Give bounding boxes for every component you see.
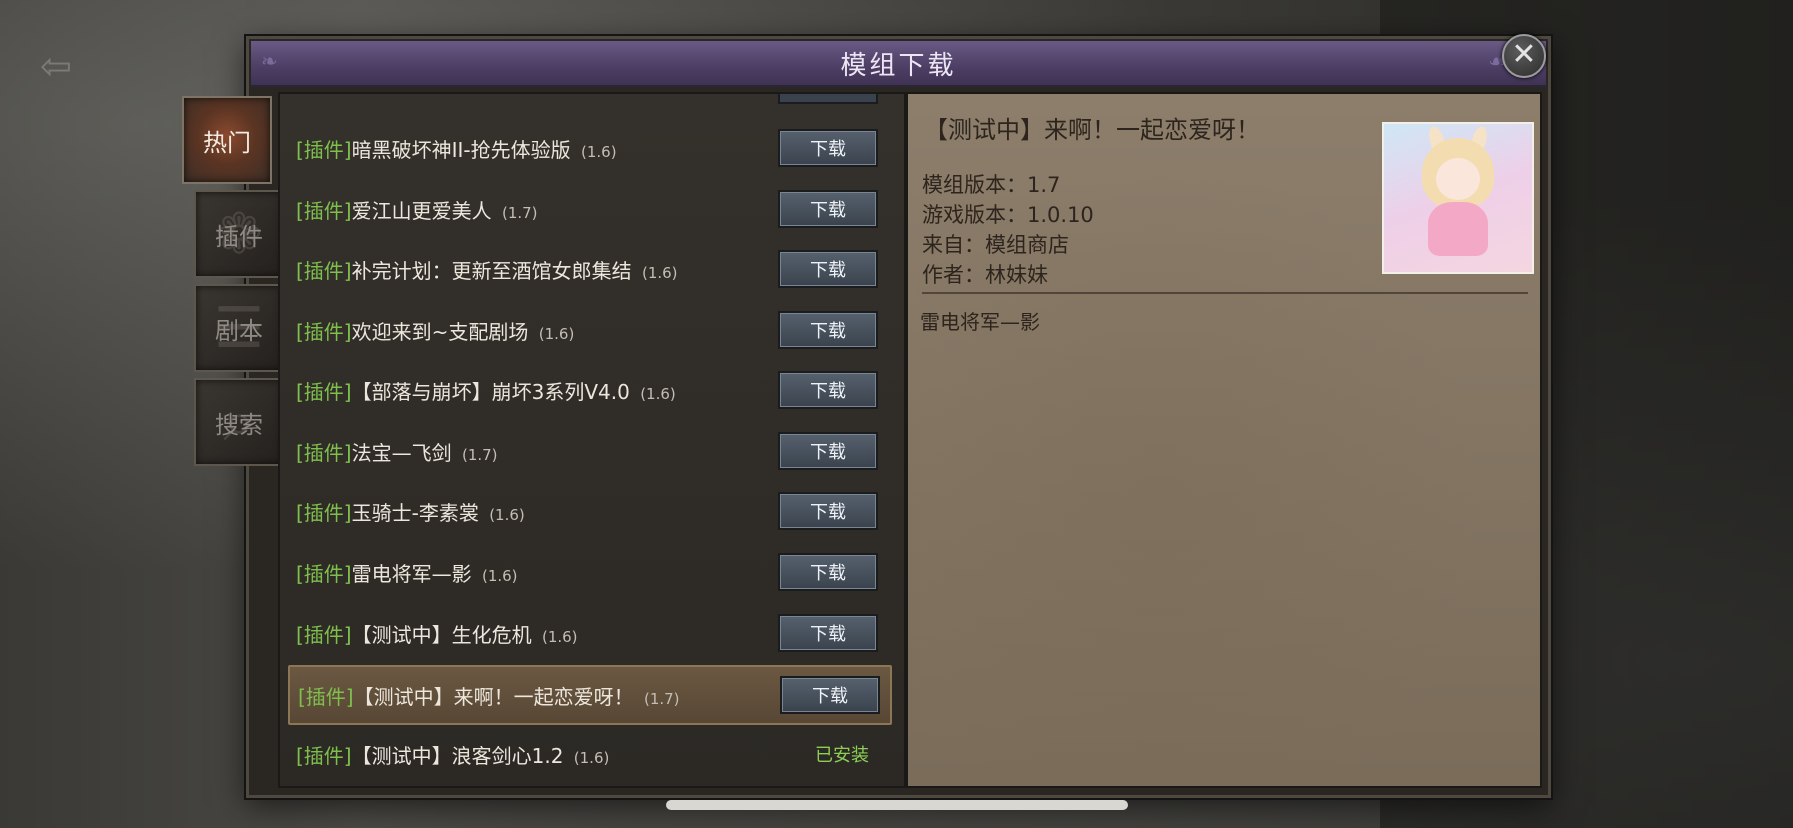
list-item[interactable]: [插件]欢迎来到~支配剧场 (1.6) 下载 [280,302,896,358]
item-version: (1.6) [489,505,525,524]
item-name: 补完计划：更新至酒馆女郎集结 [351,258,632,283]
item-tag: [插件] [296,379,352,404]
item-version: (1.6) [573,748,610,767]
item-name: 玉骑士-李素裳 [351,500,479,525]
list-item[interactable]: [插件]【测试中】生化危机 (1.6) 下载 [280,605,896,661]
list-item[interactable]: [插件]暗黑破坏神II-抢先体验版 (1.6) 下载 [280,120,896,176]
item-version: (1.6) [481,566,518,585]
download-button[interactable]: 下载 [778,492,878,530]
item-name: 【测试中】来啊！一起恋爱呀！ [353,684,634,709]
item-version: (1.6) [541,627,578,646]
title-bar: ❧ 模组下载 ☙ [251,41,1546,87]
mod-author: 作者：林妹妹 [922,263,1048,287]
dialog-title: 模组下载 [840,50,957,81]
download-button[interactable]: 下载 [778,311,878,349]
download-button[interactable]: 下载 [780,676,880,714]
list-item[interactable]: [插件]玉骑士-李素裳 (1.6) 下载 [280,483,896,539]
mod-list[interactable]: [插件]暗黑破坏神II-抢先体验版 (1.6) 下载 [插件]爱江山更爱美人 (… [278,92,906,788]
rose-icon: ❁ [215,201,263,267]
tab-scripts[interactable]: ☰ 剧本 [194,284,284,372]
download-button[interactable]: 下载 [778,250,878,288]
item-tag: [插件] [296,258,352,283]
download-button[interactable]: 下载 [778,432,878,470]
list-item[interactable]: [插件]【部落与崩坏】崩坏3系列V4.0 (1.6) 下载 [280,362,896,418]
mod-detail-panel: 【测试中】来啊！一起恋爱呀！ 模组版本：1.7 游戏版本：1.0.10 来自：模… [906,92,1542,788]
item-name: 欢迎来到~支配剧场 [351,319,529,344]
detail-title: 【测试中】来啊！一起恋爱呀！ [924,116,1260,144]
item-version: (1.7) [461,445,498,464]
item-tag: [插件] [296,319,352,344]
item-version: (1.7) [501,203,538,222]
mod-thumbnail [1382,122,1534,274]
tab-hot-label: 热门 [203,128,251,157]
magnifier-icon: ⌕ [223,389,255,454]
ornament-left-icon: ❧ [261,49,278,73]
item-tag: [插件] [296,500,352,525]
item-version: (1.6) [580,142,617,161]
list-item[interactable]: [插件]补完计划：更新至酒馆女郎集结 (1.6) 下载 [280,241,896,297]
home-indicator[interactable] [666,800,1128,810]
item-name: 【部落与崩坏】崩坏3系列V4.0 [351,379,630,404]
item-name: 【测试中】浪客剑心1.2 [351,743,564,768]
partial-download-button[interactable] [778,94,878,104]
item-tag: [插件] [296,440,352,465]
game-version: 游戏版本：1.0.10 [922,203,1094,227]
item-tag: [插件] [296,743,352,768]
item-version: (1.6) [640,384,676,403]
tab-search[interactable]: ⌕ 搜索 [194,378,284,466]
item-version: (1.6) [538,324,575,343]
download-button[interactable]: 下载 [778,371,878,409]
list-item[interactable]: [插件]法宝—飞剑 (1.7) 下载 [280,423,896,479]
item-name: 爱江山更爱美人 [351,198,492,223]
close-icon[interactable]: ✕ [1502,34,1546,78]
back-arrow-icon: ⇦ [40,44,72,88]
item-version: (1.6) [641,263,678,282]
scroll-icon: ☰ [213,295,265,361]
detail-description: 雷电将军—影 [920,310,1040,334]
item-name: 暗黑破坏神II-抢先体验版 [351,137,571,162]
item-tag: [插件] [296,622,352,647]
item-tag: [插件] [296,561,352,586]
installed-status: 已安装 [815,745,869,766]
detail-divider [922,292,1528,294]
list-item[interactable]: [插件]爱江山更爱美人 (1.7) 下载 [280,181,896,237]
mod-version: 模组版本：1.7 [922,173,1061,197]
download-button[interactable]: 下载 [778,129,878,167]
item-tag: [插件] [296,198,352,223]
download-button[interactable]: 下载 [778,190,878,228]
tab-hot[interactable]: 热门 [182,96,272,184]
list-item[interactable]: [插件]雷电将军—影 (1.6) 下载 [280,544,896,600]
item-name: 法宝—飞剑 [351,440,452,465]
item-tag: [插件] [296,137,352,162]
item-tag: [插件] [298,684,354,709]
item-name: 雷电将军—影 [351,561,472,586]
detail-meta: 模组版本：1.7 游戏版本：1.0.10 来自：模组商店 作者：林妹妹 [922,170,1094,290]
list-item-selected[interactable]: [插件]【测试中】来啊！一起恋爱呀！ (1.7) 下载 [288,665,892,725]
list-item[interactable]: [插件]【测试中】浪客剑心1.2 (1.6) 已安装 [280,726,896,782]
download-button[interactable]: 下载 [778,614,878,652]
mod-source: 来自：模组商店 [922,233,1069,257]
item-version: (1.7) [643,689,680,708]
tab-plugins[interactable]: ❁ 插件 [194,190,284,278]
item-name: 【测试中】生化危机 [351,622,532,647]
download-button[interactable]: 下载 [778,553,878,591]
